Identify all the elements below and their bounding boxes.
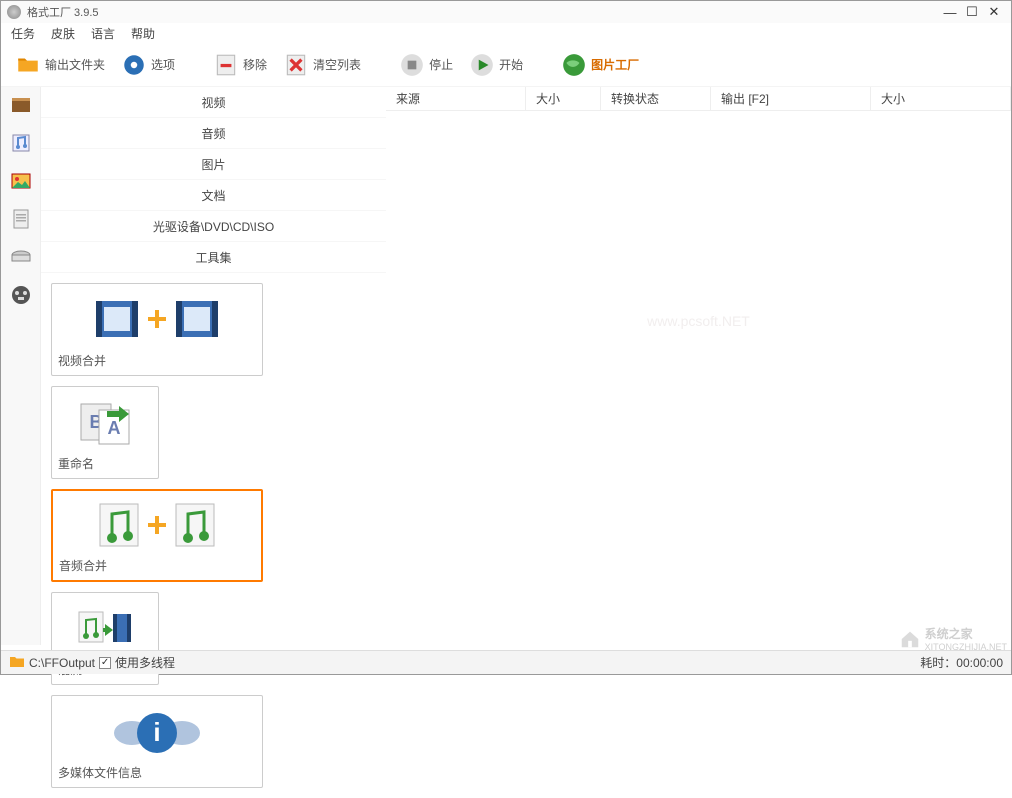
col-source[interactable]: 来源 bbox=[386, 87, 526, 110]
clear-icon bbox=[283, 52, 309, 78]
multithread-checkbox[interactable] bbox=[99, 657, 111, 669]
picture-category-icon[interactable] bbox=[9, 169, 33, 193]
center-panel: 视频 音频 图片 文档 光驱设备\DVD\CD\ISO 工具集 视频合并 BA … bbox=[41, 87, 386, 645]
remove-icon bbox=[213, 52, 239, 78]
menu-task[interactable]: 任务 bbox=[11, 25, 35, 42]
app-icon bbox=[7, 5, 21, 19]
tool-audio-merge-label: 音频合并 bbox=[59, 553, 255, 574]
globe-icon bbox=[561, 52, 587, 78]
elapsed-value: 00:00:00 bbox=[956, 656, 1003, 670]
start-label: 开始 bbox=[499, 56, 523, 73]
tool-audio-merge[interactable]: 音频合并 bbox=[51, 489, 263, 582]
folder-small-icon bbox=[9, 654, 25, 671]
window-title: 格式工厂 3.9.5 bbox=[27, 4, 939, 20]
house-icon bbox=[899, 628, 921, 650]
play-icon bbox=[469, 52, 495, 78]
close-button[interactable]: ✕ bbox=[983, 3, 1005, 21]
picture-factory-button[interactable]: 图片工厂 bbox=[557, 50, 643, 80]
tool-rename-label: 重命名 bbox=[58, 451, 152, 472]
col-size2[interactable]: 大小 bbox=[871, 87, 1011, 110]
audio-category-icon[interactable] bbox=[9, 131, 33, 155]
gear-icon bbox=[121, 52, 147, 78]
svg-text:A: A bbox=[108, 418, 121, 438]
category-audio[interactable]: 音频 bbox=[41, 118, 386, 149]
multithread-label: 使用多线程 bbox=[115, 654, 175, 671]
output-path[interactable]: C:\FFOutput bbox=[29, 656, 95, 670]
clear-label: 清空列表 bbox=[313, 56, 361, 73]
mux-icon bbox=[58, 599, 152, 657]
options-button[interactable]: 选项 bbox=[117, 50, 179, 80]
video-category-icon[interactable] bbox=[9, 93, 33, 117]
maximize-button[interactable]: ☐ bbox=[961, 3, 983, 21]
category-document[interactable]: 文档 bbox=[41, 180, 386, 211]
status-bar: C:\FFOutput 使用多线程 耗时： 00:00:00 bbox=[1, 650, 1011, 674]
menu-bar: 任务 皮肤 语言 帮助 bbox=[1, 23, 1011, 43]
start-button[interactable]: 开始 bbox=[465, 50, 527, 80]
rename-icon: BA bbox=[58, 393, 152, 451]
tool-media-info-label: 多媒体文件信息 bbox=[58, 760, 256, 781]
elapsed-label: 耗时： bbox=[920, 654, 956, 671]
main-area: 视频 音频 图片 文档 光驱设备\DVD\CD\ISO 工具集 视频合并 BA … bbox=[1, 87, 1011, 645]
category-optical[interactable]: 光驱设备\DVD\CD\ISO bbox=[41, 211, 386, 242]
stop-button[interactable]: 停止 bbox=[395, 50, 457, 80]
title-bar: 格式工厂 3.9.5 — ☐ ✕ bbox=[1, 1, 1011, 23]
picture-factory-label: 图片工厂 bbox=[591, 56, 639, 73]
category-video[interactable]: 视频 bbox=[41, 87, 386, 118]
audio-merge-icon bbox=[59, 497, 255, 553]
tool-media-info[interactable]: i 多媒体文件信息 bbox=[51, 695, 263, 788]
tool-rename[interactable]: BA 重命名 bbox=[51, 386, 159, 479]
tool-video-merge-label: 视频合并 bbox=[58, 348, 256, 369]
table-header: 来源 大小 转换状态 输出 [F2] 大小 bbox=[386, 87, 1011, 111]
menu-help[interactable]: 帮助 bbox=[131, 25, 155, 42]
options-label: 选项 bbox=[151, 56, 175, 73]
stop-label: 停止 bbox=[429, 56, 453, 73]
svg-text:i: i bbox=[153, 717, 160, 747]
disc-category-icon[interactable] bbox=[9, 245, 33, 269]
media-info-icon: i bbox=[58, 702, 256, 760]
col-state[interactable]: 转换状态 bbox=[601, 87, 711, 110]
output-folder-button[interactable]: 输出文件夹 bbox=[11, 50, 109, 80]
document-category-icon[interactable] bbox=[9, 207, 33, 231]
col-size[interactable]: 大小 bbox=[526, 87, 601, 110]
menu-skin[interactable]: 皮肤 bbox=[51, 25, 75, 42]
tool-video-merge[interactable]: 视频合并 bbox=[51, 283, 263, 376]
minimize-button[interactable]: — bbox=[939, 3, 961, 21]
folder-icon bbox=[15, 52, 41, 78]
category-picture[interactable]: 图片 bbox=[41, 149, 386, 180]
col-output[interactable]: 输出 [F2] bbox=[711, 87, 871, 110]
watermark-corner-text: 系统之家 bbox=[925, 625, 1007, 642]
clear-list-button[interactable]: 清空列表 bbox=[279, 50, 365, 80]
video-merge-icon bbox=[58, 290, 256, 348]
menu-language[interactable]: 语言 bbox=[91, 25, 115, 42]
watermark-center: www.pcsoft.NET bbox=[647, 313, 750, 329]
file-list-panel: 来源 大小 转换状态 输出 [F2] 大小 www.pcsoft.NET bbox=[386, 87, 1011, 645]
stop-icon bbox=[399, 52, 425, 78]
remove-button[interactable]: 移除 bbox=[209, 50, 271, 80]
toolbar: 输出文件夹 选项 移除 清空列表 停止 开始 图片工厂 bbox=[1, 43, 1011, 87]
left-icon-bar bbox=[1, 87, 41, 645]
watermark-corner: 系统之家 XITONGZHIJIA.NET bbox=[899, 625, 1007, 652]
remove-label: 移除 bbox=[243, 56, 267, 73]
tools-grid: 视频合并 BA 重命名 音频合并 混流 bbox=[41, 273, 386, 798]
category-list: 视频 音频 图片 文档 光驱设备\DVD\CD\ISO 工具集 bbox=[41, 87, 386, 273]
output-folder-label: 输出文件夹 bbox=[45, 56, 105, 73]
category-toolkit[interactable]: 工具集 bbox=[41, 242, 386, 273]
toolkit-category-icon[interactable] bbox=[9, 283, 33, 307]
